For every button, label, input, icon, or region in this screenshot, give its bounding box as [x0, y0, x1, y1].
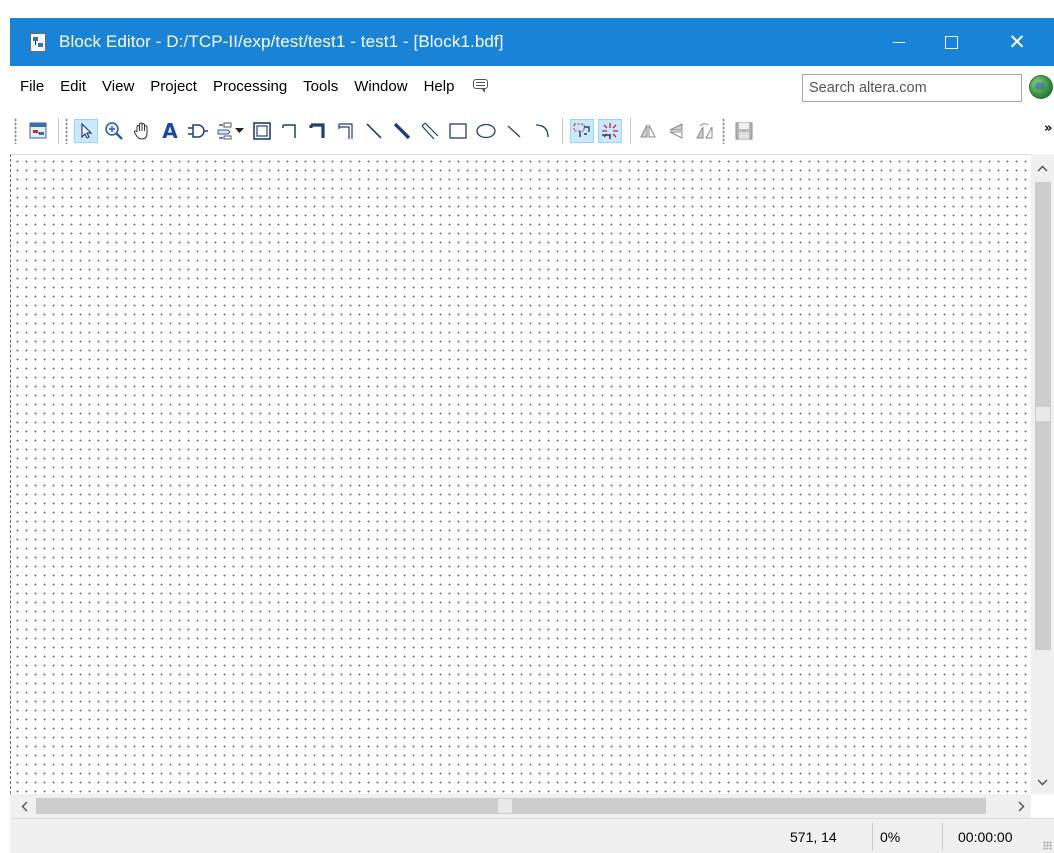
- menu-window[interactable]: Window: [346, 78, 415, 95]
- diagonal-conduit-tool-icon[interactable]: [418, 119, 442, 143]
- flip-horizontal-icon[interactable]: [636, 119, 660, 143]
- menu-view[interactable]: View: [94, 78, 142, 95]
- zoom-tool-icon[interactable]: [102, 119, 126, 143]
- scroll-left-button[interactable]: [14, 796, 34, 816]
- oval-tool-icon[interactable]: [474, 119, 498, 143]
- resize-grip-icon[interactable]: [1043, 841, 1052, 850]
- toolbar-grip[interactable]: [65, 118, 68, 144]
- selection-tool-icon[interactable]: [74, 119, 98, 143]
- status-separator: [942, 823, 943, 850]
- toolbar-grip[interactable]: [14, 118, 17, 144]
- toolbar-grip[interactable]: [722, 118, 725, 144]
- partial-line-selection-icon[interactable]: [598, 119, 622, 143]
- menu-tools[interactable]: Tools: [295, 78, 346, 95]
- toolbar-overflow-icon[interactable]: »: [1044, 121, 1052, 136]
- orthogonal-node-tool-icon[interactable]: [278, 119, 302, 143]
- diagonal-node-tool-icon[interactable]: [362, 119, 386, 143]
- chevron-down-icon: [1037, 779, 1048, 785]
- scroll-right-button[interactable]: [1011, 796, 1031, 816]
- scroll-up-button[interactable]: [1031, 158, 1054, 178]
- elapsed-time: 00:00:00: [958, 829, 1013, 845]
- cursor-coordinates: 571, 14: [790, 829, 837, 845]
- menu-help[interactable]: Help: [416, 78, 463, 95]
- progress-percent: 0%: [880, 829, 901, 845]
- feedback-comment-icon[interactable]: [472, 78, 490, 94]
- chevron-right-icon: [1018, 801, 1024, 811]
- maximize-button[interactable]: [928, 18, 974, 66]
- scroll-down-button[interactable]: [1031, 772, 1054, 792]
- status-separator: [872, 823, 873, 850]
- vertical-scroll-marker[interactable]: [1035, 406, 1051, 422]
- block-editor-app-icon[interactable]: [27, 31, 49, 53]
- horizontal-scrollbar[interactable]: [10, 794, 1031, 818]
- detach-window-icon[interactable]: [26, 119, 50, 143]
- toolbar-separator: [630, 118, 631, 144]
- search-input[interactable]: Search altera.com: [802, 74, 1022, 102]
- title-bar: Block Editor - D:/TCP-II/exp/test/test1 …: [10, 18, 1054, 66]
- rubberbanding-icon[interactable]: [570, 119, 594, 143]
- menu-project[interactable]: Project: [142, 78, 205, 95]
- horizontal-scroll-marker[interactable]: [497, 798, 513, 814]
- rectangle-tool-icon[interactable]: [446, 119, 470, 143]
- minimize-button[interactable]: [876, 18, 922, 66]
- close-icon: ✕: [1008, 29, 1026, 54]
- save-icon[interactable]: [732, 119, 756, 143]
- schematic-canvas[interactable]: [10, 154, 1031, 794]
- chevron-up-icon: [1037, 165, 1048, 171]
- maximize-icon: [944, 35, 958, 49]
- text-tool-icon[interactable]: A: [158, 119, 182, 143]
- globe-icon[interactable]: [1029, 75, 1053, 99]
- line-tool-icon[interactable]: [502, 119, 526, 143]
- menu-file[interactable]: File: [10, 78, 52, 95]
- close-button[interactable]: ✕: [994, 18, 1040, 66]
- orthogonal-conduit-tool-icon[interactable]: [334, 119, 358, 143]
- toolbar-separator: [562, 118, 563, 144]
- block-editor-toolbar: A »: [10, 106, 1054, 154]
- vertical-scrollbar[interactable]: [1031, 154, 1054, 794]
- menu-bar: File Edit View Project Processing Tools …: [10, 66, 1054, 106]
- chevron-left-icon: [21, 801, 27, 811]
- orthogonal-bus-tool-icon[interactable]: [306, 119, 330, 143]
- diagonal-bus-tool-icon[interactable]: [390, 119, 414, 143]
- window-title: Block Editor - D:/TCP-II/exp/test/test1 …: [59, 32, 504, 51]
- arc-tool-icon[interactable]: [530, 119, 554, 143]
- hand-tool-icon[interactable]: [130, 119, 154, 143]
- rotate-left-icon[interactable]: [692, 119, 716, 143]
- pin-tool-dropdown-icon[interactable]: [232, 119, 246, 143]
- menu-edit[interactable]: Edit: [52, 78, 94, 95]
- toolbar-separator: [58, 118, 59, 144]
- symbol-tool-icon[interactable]: [186, 119, 210, 143]
- minimize-icon: [893, 41, 905, 43]
- block-tool-icon[interactable]: [250, 119, 274, 143]
- menu-processing[interactable]: Processing: [205, 78, 295, 95]
- status-bar: 571, 14 0% 00:00:00: [10, 818, 1054, 853]
- flip-vertical-icon[interactable]: [664, 119, 688, 143]
